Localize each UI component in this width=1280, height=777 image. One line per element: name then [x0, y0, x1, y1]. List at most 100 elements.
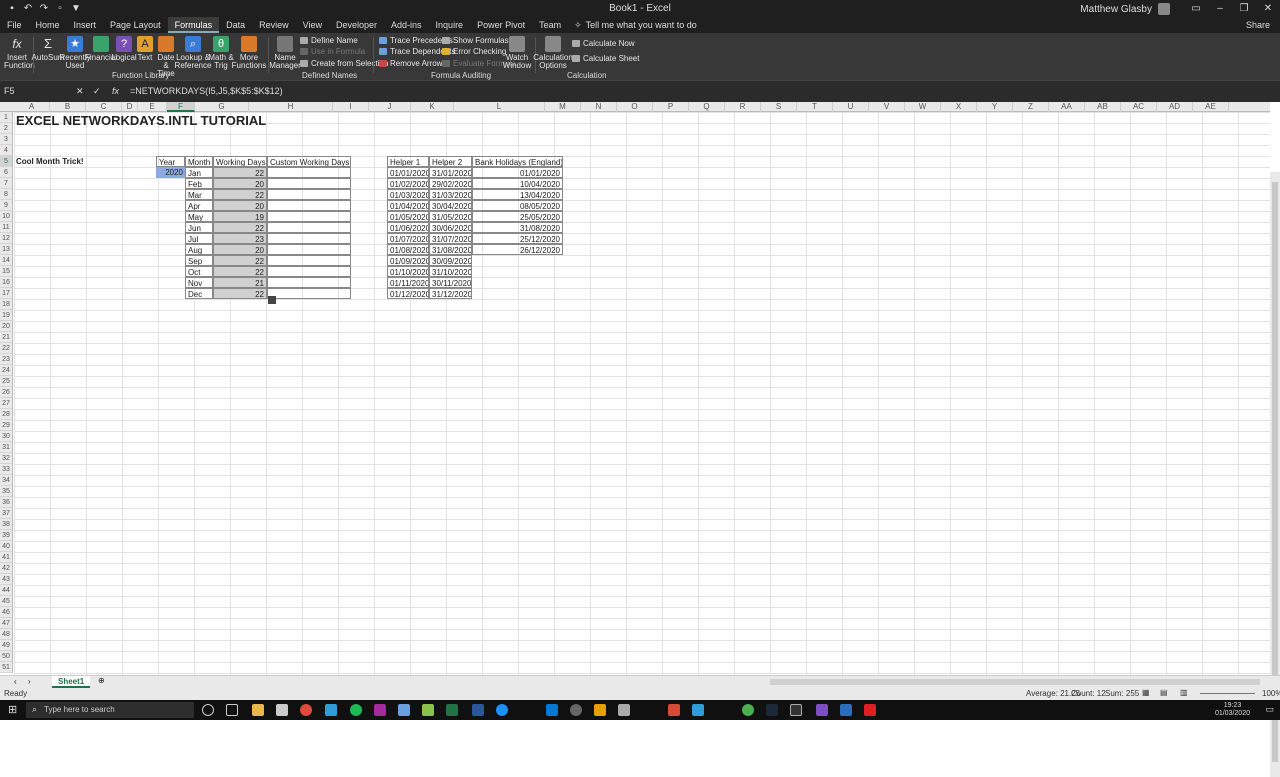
text-button[interactable]: A Text — [136, 36, 154, 62]
helper2-cell[interactable]: 31/08/2020 — [429, 244, 472, 255]
watch-window-button[interactable]: Watch Window — [503, 36, 531, 70]
helper2-cell[interactable]: 31/07/2020 — [429, 233, 472, 244]
header-helper2[interactable]: Helper 2 — [429, 156, 472, 167]
custom-working-days-cell[interactable] — [267, 266, 351, 277]
helper1-cell[interactable]: 01/11/2020 — [387, 277, 429, 288]
visual-studio-icon[interactable] — [816, 704, 828, 716]
next-sheet-icon[interactable]: › — [28, 677, 31, 686]
custom-working-days-cell[interactable] — [267, 255, 351, 266]
working-days-cell[interactable]: 22 — [213, 288, 267, 299]
row-header-46[interactable]: 46 — [0, 607, 12, 618]
row-header-4[interactable]: 4 — [0, 145, 12, 156]
row-header-17[interactable]: 17 — [0, 288, 12, 299]
column-header-p[interactable]: P — [653, 102, 689, 112]
column-header-d[interactable]: D — [122, 102, 138, 112]
custom-working-days-cell[interactable] — [267, 277, 351, 288]
tell-me-box[interactable]: ✧ Tell me what you want to do — [568, 20, 697, 31]
row-header-35[interactable]: 35 — [0, 486, 12, 497]
chrome2-icon[interactable] — [742, 704, 754, 716]
show-formulas-button[interactable]: Show Formulas — [442, 36, 509, 45]
column-header-ad[interactable]: AD — [1157, 102, 1193, 112]
row-header-1[interactable]: 1 — [0, 112, 12, 123]
column-header-ac[interactable]: AC — [1121, 102, 1157, 112]
row-header-8[interactable]: 8 — [0, 189, 12, 200]
row-header-33[interactable]: 33 — [0, 464, 12, 475]
helper1-cell[interactable]: 01/03/2020 — [387, 189, 429, 200]
month-cell[interactable]: Apr — [185, 200, 213, 211]
cell-area[interactable]: EXCEL NETWORKDAYS.INTL TUTORIAL Cool Mon… — [14, 112, 1270, 675]
working-days-cell[interactable]: 20 — [213, 244, 267, 255]
error-checking-button[interactable]: Error Checking — [442, 47, 506, 56]
share-button[interactable]: Share — [1246, 20, 1280, 30]
row-header-6[interactable]: 6 — [0, 167, 12, 178]
row-header-18[interactable]: 18 — [0, 299, 12, 310]
note-cell[interactable]: Cool Month Trick! — [14, 156, 86, 167]
lookup-reference-button[interactable]: ⌕ Lookup & Reference — [175, 36, 211, 70]
row-header-15[interactable]: 15 — [0, 266, 12, 277]
chrome-icon[interactable] — [300, 704, 312, 716]
custom-working-days-cell[interactable] — [267, 178, 351, 189]
formula-input[interactable]: =NETWORKDAYS(I5,J5,$K$5:$K$12) — [130, 86, 283, 96]
tab-review[interactable]: Review — [252, 17, 296, 33]
column-header-t[interactable]: T — [797, 102, 833, 112]
year-cell[interactable]: 2020 — [156, 167, 185, 178]
column-header-aa[interactable]: AA — [1049, 102, 1085, 112]
custom-working-days-cell[interactable] — [267, 167, 351, 178]
app4-icon[interactable] — [864, 704, 876, 716]
financial-button[interactable]: Financial — [85, 36, 117, 62]
helper1-cell[interactable]: 01/02/2020 — [387, 178, 429, 189]
row-header-51[interactable]: 51 — [0, 662, 12, 673]
column-header-s[interactable]: S — [761, 102, 797, 112]
create-from-selection-button[interactable]: Create from Selection — [300, 59, 388, 68]
math-trig-button[interactable]: θ Math & Trig — [208, 36, 234, 70]
custom-working-days-cell[interactable] — [267, 222, 351, 233]
row-header-26[interactable]: 26 — [0, 387, 12, 398]
row-header-42[interactable]: 42 — [0, 563, 12, 574]
file-explorer-icon[interactable] — [252, 704, 264, 716]
horizontal-scrollbar[interactable] — [770, 679, 1260, 685]
name-manager-button[interactable]: Name Manager — [269, 36, 301, 70]
sum-status[interactable]: Sum: 255 — [1105, 689, 1139, 698]
insert-function-button[interactable]: fx Insert Function — [4, 36, 35, 70]
column-header-i[interactable]: I — [333, 102, 369, 112]
row-header-40[interactable]: 40 — [0, 541, 12, 552]
terminal-icon[interactable] — [790, 704, 802, 716]
month-cell[interactable]: Dec — [185, 288, 213, 299]
calculate-now-button[interactable]: Calculate Now — [572, 39, 635, 48]
month-cell[interactable]: Aug — [185, 244, 213, 255]
tab-inquire[interactable]: Inquire — [429, 17, 471, 33]
helper2-cell[interactable]: 30/06/2020 — [429, 222, 472, 233]
bank-holiday-cell[interactable]: 25/12/2020 — [472, 233, 563, 244]
helper1-cell[interactable]: 01/06/2020 — [387, 222, 429, 233]
column-header-z[interactable]: Z — [1013, 102, 1049, 112]
task-view-icon[interactable] — [226, 704, 238, 716]
onenote-icon[interactable] — [374, 704, 386, 716]
name-box[interactable]: F5 — [4, 86, 50, 96]
custom-working-days-cell[interactable] — [267, 189, 351, 200]
clock[interactable]: 19:23 01/03/2020 — [1215, 702, 1250, 718]
custom-working-days-cell[interactable] — [267, 244, 351, 255]
helper2-cell[interactable]: 31/05/2020 — [429, 211, 472, 222]
zoom-level[interactable]: 100% — [1262, 689, 1280, 698]
helper2-cell[interactable]: 30/09/2020 — [429, 255, 472, 266]
calculation-options-button[interactable]: Calculation Options — [533, 36, 573, 70]
working-days-cell[interactable]: 22 — [213, 167, 267, 178]
photoshop-icon[interactable] — [325, 704, 337, 716]
mail-icon[interactable] — [546, 704, 558, 716]
row-header-9[interactable]: 9 — [0, 200, 12, 211]
row-header-47[interactable]: 47 — [0, 618, 12, 629]
remove-arrows-button[interactable]: Remove Arrows — [379, 59, 446, 68]
column-header-j[interactable]: J — [369, 102, 411, 112]
edge-icon[interactable] — [496, 704, 508, 716]
ribbon-display-icon[interactable]: ▭ — [1184, 0, 1208, 17]
minimize-button[interactable]: – — [1208, 0, 1232, 17]
month-cell[interactable]: Feb — [185, 178, 213, 189]
tab-file[interactable]: File — [0, 17, 29, 33]
custom-working-days-cell[interactable] — [267, 233, 351, 244]
row-header-11[interactable]: 11 — [0, 222, 12, 233]
column-header-l[interactable]: L — [454, 102, 545, 112]
helper1-cell[interactable]: 01/08/2020 — [387, 244, 429, 255]
row-header-12[interactable]: 12 — [0, 233, 12, 244]
tab-developer[interactable]: Developer — [329, 17, 384, 33]
taskbar-search-input[interactable]: Type here to search — [26, 702, 194, 718]
